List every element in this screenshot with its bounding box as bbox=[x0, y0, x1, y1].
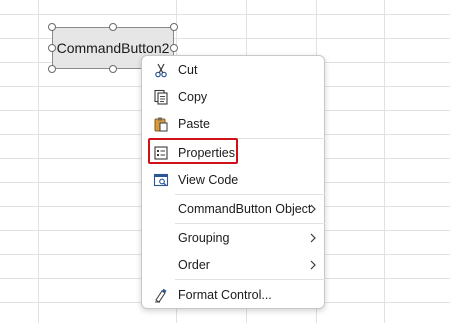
menu-separator bbox=[175, 223, 325, 224]
menu-item-grouping[interactable]: Grouping bbox=[142, 226, 326, 250]
menu-item-format-control[interactable]: Format Control... bbox=[142, 283, 326, 307]
menu-separator bbox=[175, 194, 325, 195]
row-divider bbox=[0, 14, 450, 15]
menu-item-view-code[interactable]: View Code bbox=[142, 168, 326, 192]
resize-handle-bottom[interactable] bbox=[109, 65, 117, 73]
menu-item-label: Paste bbox=[178, 117, 210, 131]
context-menu: Cut Copy Paste Properties View Code Comm… bbox=[141, 55, 325, 309]
resize-handle-top-left[interactable] bbox=[48, 23, 56, 31]
chevron-right-icon bbox=[310, 260, 316, 270]
menu-item-label: Cut bbox=[178, 63, 198, 77]
menu-item-label: CommandButton Object bbox=[178, 202, 312, 216]
view-code-icon bbox=[153, 173, 169, 187]
resize-handle-top[interactable] bbox=[109, 23, 117, 31]
resize-handle-bottom-left[interactable] bbox=[48, 65, 56, 73]
menu-item-label: Order bbox=[178, 258, 210, 272]
copy-icon bbox=[154, 89, 168, 105]
menu-item-label: Copy bbox=[178, 90, 208, 104]
menu-item-commandbutton-object[interactable]: CommandButton Object bbox=[142, 197, 326, 221]
menu-item-label: Format Control... bbox=[178, 288, 272, 302]
paste-icon bbox=[154, 117, 168, 132]
menu-item-label: View Code bbox=[178, 173, 239, 187]
properties-highlight-box bbox=[148, 138, 238, 164]
menu-item-order[interactable]: Order bbox=[142, 253, 326, 277]
menu-item-paste[interactable]: Paste bbox=[142, 112, 326, 136]
chevron-right-icon bbox=[310, 204, 316, 214]
format-control-icon bbox=[155, 288, 167, 303]
scissors-icon bbox=[155, 63, 167, 78]
resize-handle-top-right[interactable] bbox=[170, 23, 178, 31]
column-divider bbox=[38, 0, 39, 323]
menu-item-copy[interactable]: Copy bbox=[142, 85, 326, 109]
chevron-right-icon bbox=[310, 233, 316, 243]
resize-handle-right[interactable] bbox=[170, 44, 178, 52]
command-button-label: CommandButton2 bbox=[56, 40, 170, 56]
menu-item-cut[interactable]: Cut bbox=[142, 58, 326, 82]
column-divider bbox=[384, 0, 385, 323]
menu-separator bbox=[175, 279, 325, 280]
resize-handle-left[interactable] bbox=[48, 44, 56, 52]
menu-item-label: Grouping bbox=[178, 231, 230, 245]
